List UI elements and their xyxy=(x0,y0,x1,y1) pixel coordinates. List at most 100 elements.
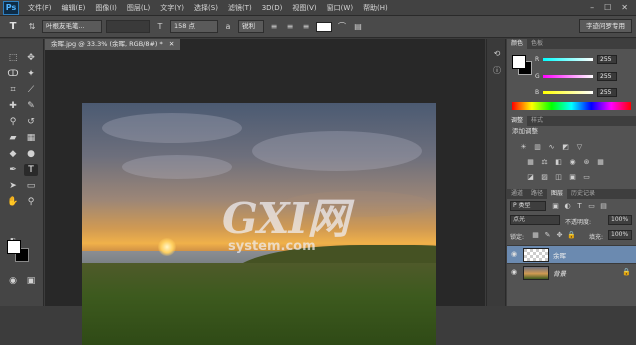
fill-input[interactable]: 100% xyxy=(608,230,632,240)
menu-3d[interactable]: 3D(D) xyxy=(257,4,288,12)
gradient-map-icon[interactable]: ▭ xyxy=(582,173,591,181)
posterize-icon[interactable]: ▨ xyxy=(540,173,549,181)
align-left-icon[interactable]: ≡ xyxy=(268,22,280,31)
gradient-tool-icon[interactable]: ▦ xyxy=(24,132,38,144)
font-family-select[interactable]: 叶根友毛笔... xyxy=(42,20,102,33)
minimize-button[interactable]: – xyxy=(590,3,594,12)
color-lookup-icon[interactable]: ▦ xyxy=(596,158,605,166)
lock-transparent-icon[interactable]: ▦ xyxy=(531,231,540,239)
lasso-tool-icon[interactable]: ↀ xyxy=(6,68,20,80)
quick-mask-icon[interactable]: ◉ xyxy=(6,275,20,287)
panel-foreground-swatch[interactable] xyxy=(512,55,526,69)
menu-filter[interactable]: 滤镜(T) xyxy=(223,3,257,13)
character-panel-icon[interactable]: ▤ xyxy=(352,22,364,31)
red-value[interactable]: 255 xyxy=(597,54,617,64)
blend-mode-select[interactable]: 点光 xyxy=(510,215,560,225)
color-balance-icon[interactable]: ⚖ xyxy=(540,158,549,166)
font-size-select[interactable]: 158 点 xyxy=(170,20,218,33)
tab-swatches[interactable]: 色板 xyxy=(527,39,547,49)
history-panel-icon[interactable]: ⟲ xyxy=(491,49,503,59)
align-center-icon[interactable]: ≡ xyxy=(284,22,296,31)
filter-shape-icon[interactable]: ▭ xyxy=(587,202,596,210)
menu-image[interactable]: 图像(I) xyxy=(90,3,122,13)
close-window-button[interactable]: ✕ xyxy=(621,3,628,12)
blue-value[interactable]: 255 xyxy=(597,87,617,97)
menu-file[interactable]: 文件(F) xyxy=(23,3,57,13)
maximize-button[interactable]: ☐ xyxy=(604,3,611,12)
crop-tool-icon[interactable]: ⌗ xyxy=(6,84,20,96)
screen-mode-icon[interactable]: ▣ xyxy=(24,275,38,287)
eraser-tool-icon[interactable]: ▰ xyxy=(6,132,20,144)
menu-layer[interactable]: 图层(L) xyxy=(122,3,155,13)
marquee-tool-icon[interactable]: ⬚ xyxy=(6,52,20,64)
type-tool-preset[interactable]: T xyxy=(4,19,22,35)
filter-type-icon[interactable]: T xyxy=(575,202,584,210)
blur-tool-icon[interactable]: ◆ xyxy=(6,148,20,160)
document-tab-close-icon[interactable]: ✕ xyxy=(169,40,174,48)
brush-tool-icon[interactable]: ✎ xyxy=(24,100,38,112)
menu-help[interactable]: 帮助(H) xyxy=(358,3,393,13)
menu-select[interactable]: 选择(S) xyxy=(189,3,223,13)
black-white-icon[interactable]: ◧ xyxy=(554,158,563,166)
green-slider[interactable] xyxy=(543,74,593,78)
layer-row[interactable]: ◉ 余晖 xyxy=(507,245,636,263)
menu-type[interactable]: 文字(Y) xyxy=(155,3,189,13)
tab-color[interactable]: 颜色 xyxy=(507,39,528,49)
move-tool-icon[interactable]: ✥ xyxy=(24,52,38,64)
dodge-tool-icon[interactable]: ● xyxy=(24,148,38,160)
tab-channels[interactable]: 通道 xyxy=(507,189,527,199)
tab-paths[interactable]: 路径 xyxy=(527,189,547,199)
filter-smart-icon[interactable]: ▤ xyxy=(599,202,608,210)
opacity-input[interactable]: 100% xyxy=(608,215,632,225)
menu-view[interactable]: 视图(V) xyxy=(287,3,321,13)
tab-history[interactable]: 历史记录 xyxy=(567,189,599,199)
align-right-icon[interactable]: ≡ xyxy=(300,22,312,31)
threshold-icon[interactable]: ◫ xyxy=(554,173,563,181)
selective-color-icon[interactable]: ▣ xyxy=(568,173,577,181)
antialias-select[interactable]: 锐利 xyxy=(238,20,264,33)
visibility-eye-icon[interactable]: ◉ xyxy=(511,250,519,259)
color-spectrum-bar[interactable] xyxy=(512,102,631,110)
menu-window[interactable]: 窗口(W) xyxy=(322,3,358,13)
visibility-eye-icon[interactable]: ◉ xyxy=(511,268,519,277)
green-value[interactable]: 255 xyxy=(597,71,617,81)
healing-brush-tool-icon[interactable]: ✚ xyxy=(6,100,20,112)
hue-saturation-icon[interactable]: ▦ xyxy=(526,158,535,166)
channel-mixer-icon[interactable]: ⊛ xyxy=(582,158,591,166)
shape-tool-icon[interactable]: ▭ xyxy=(24,180,38,192)
filter-adjustment-icon[interactable]: ◐ xyxy=(563,202,572,210)
invert-icon[interactable]: ◪ xyxy=(526,173,535,181)
foreground-color-swatch[interactable] xyxy=(7,240,21,254)
menu-edit[interactable]: 编辑(E) xyxy=(57,3,91,13)
magic-wand-tool-icon[interactable]: ✦ xyxy=(24,68,38,80)
workspace-select[interactable]: 字迹问罗专用 xyxy=(579,19,632,33)
lock-position-icon[interactable]: ✥ xyxy=(555,231,564,239)
filter-pixel-icon[interactable]: ▣ xyxy=(551,202,560,210)
levels-icon[interactable]: ▥ xyxy=(533,143,542,151)
font-style-select[interactable] xyxy=(106,20,150,33)
layer-filter-select[interactable]: P 类型 xyxy=(510,201,546,211)
pen-tool-icon[interactable]: ✒ xyxy=(6,164,20,176)
layer-name[interactable]: 余晖 xyxy=(553,250,566,260)
text-color-swatch[interactable] xyxy=(316,21,332,32)
info-panel-icon[interactable]: ⓘ xyxy=(491,66,503,76)
red-slider[interactable] xyxy=(543,57,593,61)
photo-filter-icon[interactable]: ◉ xyxy=(568,158,577,166)
eyedropper-tool-icon[interactable]: ⟋ xyxy=(24,84,38,96)
layer-name[interactable]: 背景 xyxy=(553,268,566,278)
history-brush-tool-icon[interactable]: ↺ xyxy=(24,116,38,128)
warp-text-icon[interactable]: ⌒ xyxy=(336,21,348,32)
orientation-toggle-icon[interactable]: ⇅ xyxy=(26,22,38,31)
canvas-image[interactable]: GXI网 system.com xyxy=(82,103,436,345)
hand-tool-icon[interactable]: ✋ xyxy=(6,196,20,208)
lock-image-icon[interactable]: ✎ xyxy=(543,231,552,239)
type-tool-icon[interactable]: T xyxy=(24,164,38,176)
blue-slider[interactable] xyxy=(543,90,593,94)
clone-stamp-tool-icon[interactable]: ⚲ xyxy=(6,116,20,128)
zoom-tool-icon[interactable]: ⚲ xyxy=(24,196,38,208)
path-selection-tool-icon[interactable]: ➤ xyxy=(6,180,20,192)
exposure-icon[interactable]: ◩ xyxy=(561,143,570,151)
tab-layers[interactable]: 图层 xyxy=(547,189,568,199)
vibrance-icon[interactable]: ▽ xyxy=(575,143,584,151)
lock-all-icon[interactable]: 🔒 xyxy=(567,231,576,239)
